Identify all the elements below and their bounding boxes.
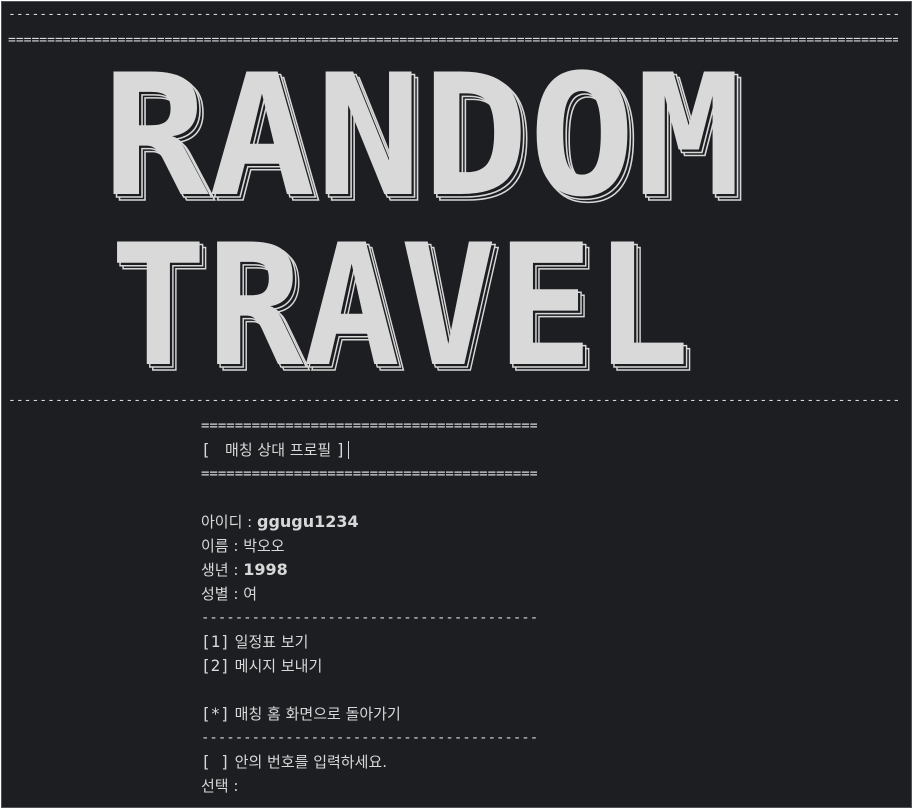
header-bracket-close: ] (335, 440, 346, 459)
menu-option-schedule-label: 일정표 보기 (229, 633, 309, 651)
profile-birth-label: 생년 : (201, 561, 244, 579)
profile-gender-row: 성별 : 여 (201, 584, 257, 604)
menu-option-back-key: [*] (201, 704, 230, 723)
menu-option-back-label: 매칭 홈 화면으로 돌아가기 (229, 705, 401, 723)
menu-option-schedule[interactable]: [1] 일정표 보기 (201, 632, 308, 652)
menu-option-message[interactable]: [2] 메시지 보내기 (201, 656, 322, 676)
profile-name-row: 이름 : 박오오 (201, 536, 285, 556)
profile-gender-value: 여 (243, 585, 258, 603)
logo-line-1-text: RANDOM (102, 38, 742, 234)
profile-header-top-rule: ========================================… (201, 419, 537, 433)
ascii-logo: RANDOM RANDOM RANDOM RANDOM TRAVEL TRAVE… (2, 2, 911, 402)
profile-birth-value: 1998 (243, 560, 288, 579)
logo-art: RANDOM RANDOM RANDOM RANDOM TRAVEL TRAVE… (102, 38, 749, 402)
mid-dash-rule: ----------------------------------------… (8, 394, 898, 408)
menu-option-back[interactable]: [*] 매칭 홈 화면으로 돌아가기 (201, 704, 401, 724)
profile-header-title: 매칭 상대 프로필 (220, 441, 336, 459)
prompt-hint: [ ] 안의 번호를 입력하세요. (201, 752, 387, 772)
profile-header: [ 매칭 상대 프로필 ] (201, 440, 349, 460)
prompt-hint-text: 안의 번호를 입력하세요. (229, 753, 387, 771)
profile-id-label: 아이디 : (201, 513, 257, 531)
profile-name-value: 박오오 (243, 537, 285, 555)
menu-option-schedule-key: [1] (201, 632, 230, 651)
profile-id-value: ggugu1234 (257, 512, 359, 531)
menu-top-rule: ----------------------------------------… (201, 611, 537, 625)
prompt-select-row[interactable]: 선택 : (201, 776, 243, 796)
text-cursor (347, 441, 349, 459)
menu-option-message-label: 메시지 보내기 (229, 657, 323, 675)
terminal-window: ----------------------------------------… (1, 1, 912, 808)
logo-line-2-text: TRAVEL (110, 208, 690, 402)
prompt-hint-key: [ ] (201, 752, 230, 771)
profile-gender-label: 성별 : (201, 585, 244, 603)
header-bracket-open: [ (201, 440, 221, 459)
profile-name-label: 이름 : (201, 537, 244, 555)
menu-bottom-rule: ----------------------------------------… (201, 731, 537, 745)
profile-header-bottom-rule: ========================================… (201, 467, 537, 481)
prompt-select-label: 선택 : (201, 777, 244, 795)
profile-id-row: 아이디 : ggugu1234 (201, 512, 359, 532)
profile-birth-row: 생년 : 1998 (201, 560, 288, 580)
menu-option-message-key: [2] (201, 656, 230, 675)
